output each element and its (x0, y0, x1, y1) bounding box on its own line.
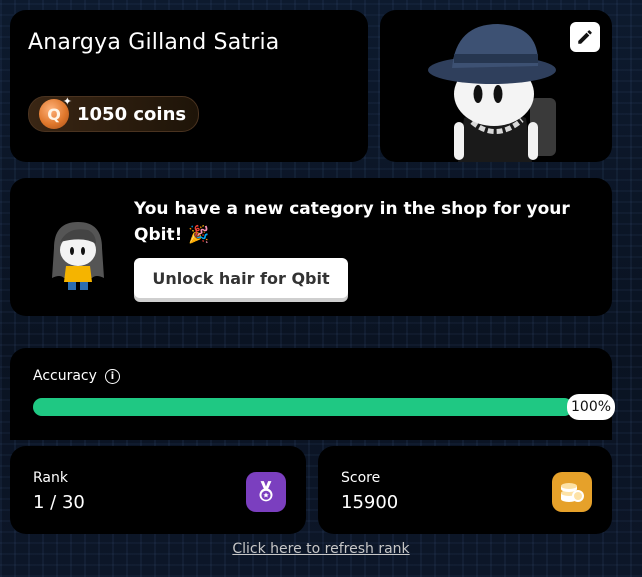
user-name: Anargya Gilland Satria (28, 30, 280, 55)
score-value: 15900 (341, 492, 399, 513)
profile-card: Anargya Gilland Satria Q 1050 coins (10, 10, 368, 162)
coin-symbol: Q (47, 104, 61, 124)
refresh-rank-link[interactable]: Click here to refresh rank (0, 541, 642, 557)
accuracy-percent-badge: 100% (567, 394, 616, 420)
accuracy-progress-fill (33, 398, 573, 416)
accuracy-label: Accuracy (33, 368, 97, 384)
medal-icon (246, 472, 286, 512)
rank-value: 1 / 30 (33, 492, 85, 513)
shop-promo-card: You have a new category in the shop for … (10, 178, 612, 316)
coin-icon: Q (39, 95, 72, 129)
score-card: Score 15900 (318, 446, 612, 534)
score-label: Score (341, 470, 381, 486)
coins-label: 1050 coins (77, 103, 187, 125)
pencil-icon (578, 30, 592, 44)
coins-balance: Q 1050 coins (28, 95, 200, 132)
coin-stack-glyph (561, 483, 584, 502)
accuracy-card: Accuracy i 100% (10, 348, 616, 440)
rank-label: Rank (33, 470, 68, 486)
qbit-character-icon (52, 222, 104, 290)
rank-card: Rank 1 / 30 (10, 446, 306, 534)
unlock-hair-button[interactable]: Unlock hair for Qbit (134, 258, 348, 298)
avatar-card (380, 10, 612, 162)
info-icon[interactable]: i (104, 368, 120, 384)
accuracy-progress-bar (33, 398, 573, 416)
medal-glyph (259, 481, 273, 502)
coin-stack-icon (552, 472, 592, 512)
accuracy-label-row: Accuracy i (33, 368, 120, 384)
promo-message: You have a new category in the shop for … (134, 199, 570, 245)
edit-avatar-button[interactable] (570, 22, 600, 52)
